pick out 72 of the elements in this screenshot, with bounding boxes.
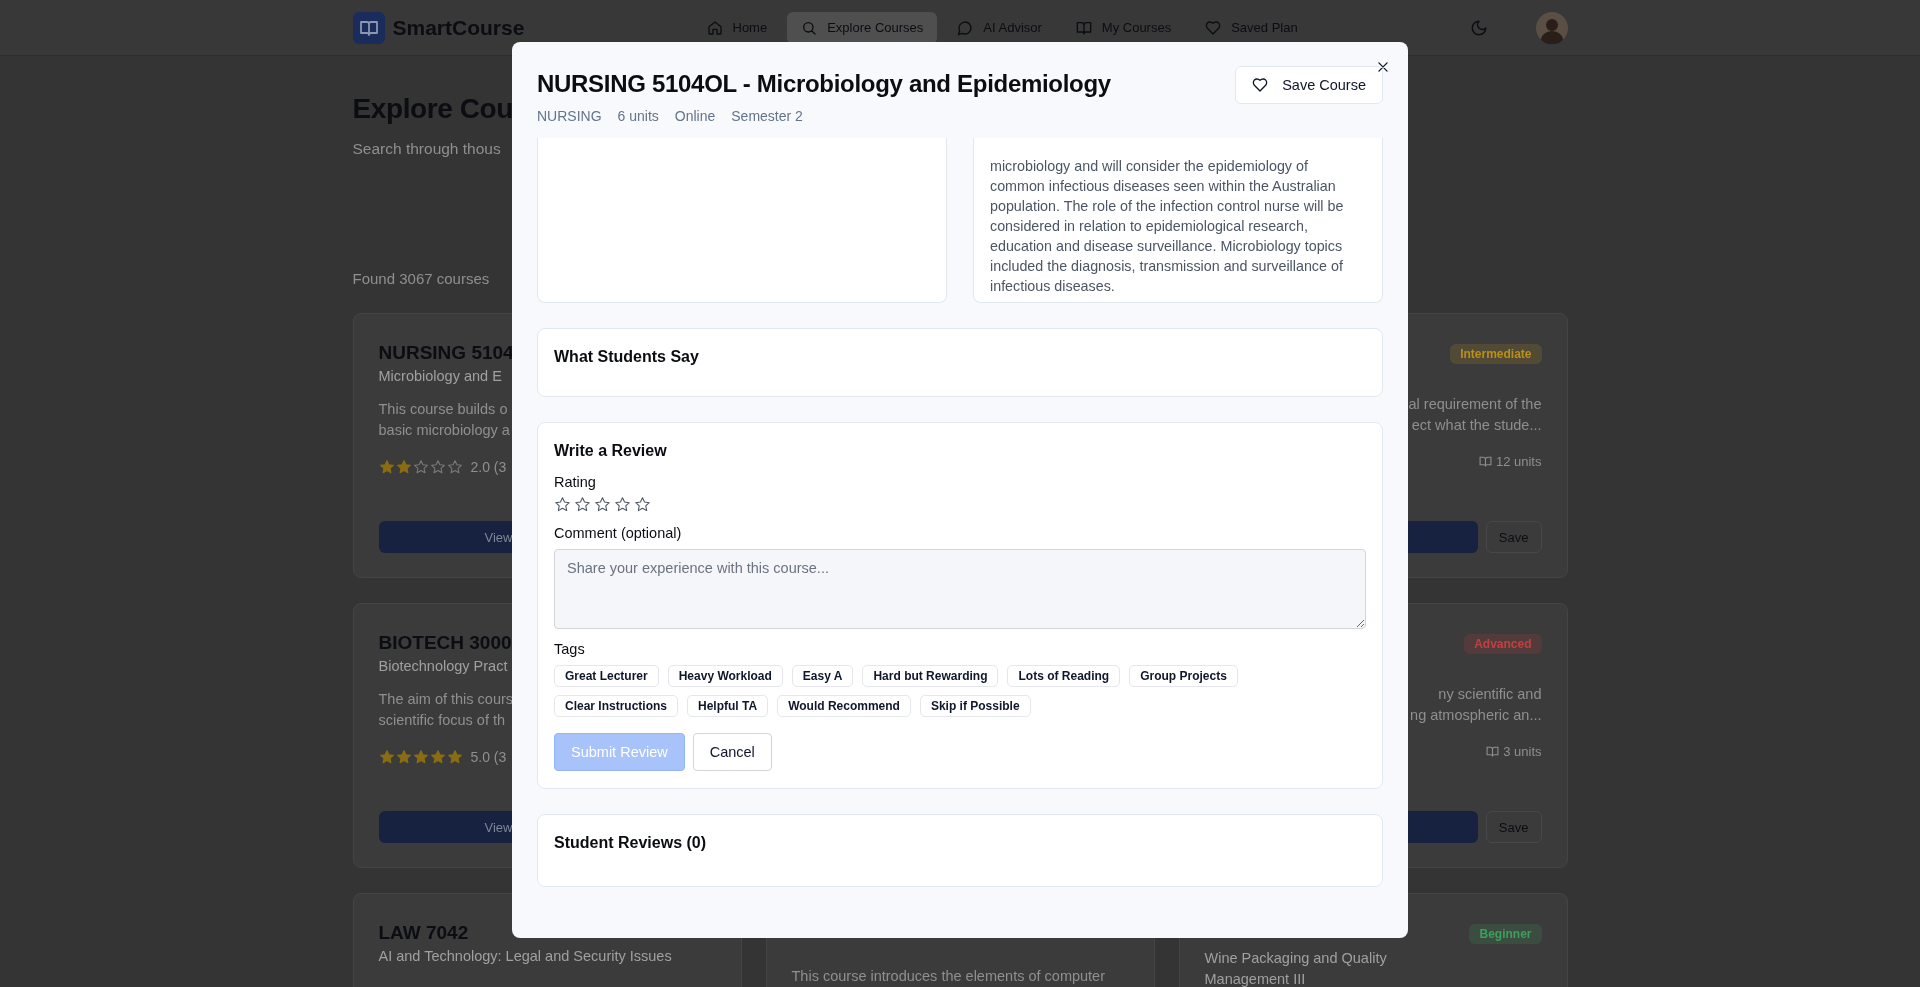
book-logo-icon	[352, 11, 385, 44]
heart-icon	[1205, 19, 1222, 36]
course-description-line: ny scientific and	[1438, 685, 1542, 704]
course-meta-text: Semester 2	[731, 108, 803, 124]
star-icon	[395, 749, 412, 765]
course-description-line: The aim of this cours	[378, 690, 514, 709]
section-heading: Write a Review	[554, 441, 668, 461]
result-count: Found 3067 courses	[352, 270, 490, 287]
star-icon	[378, 459, 395, 475]
star-icon[interactable]	[554, 496, 571, 513]
chat-bubble-icon	[957, 19, 974, 36]
tag-chip[interactable]: Helpful TA	[687, 695, 769, 717]
star-icon	[429, 749, 446, 765]
course-meta-text: 6 units	[617, 108, 659, 124]
course-description-line: ng atmospheric an...	[1410, 706, 1542, 725]
course-name: Microbiology and E	[378, 367, 502, 386]
tag-chip[interactable]: Hard but Rewarding	[862, 665, 999, 687]
tag-chip[interactable]: Easy A	[791, 665, 854, 687]
course-description-line: al requirement of the	[1408, 395, 1542, 414]
course-description-line: basic microbiology a	[378, 421, 510, 440]
tag-chip[interactable]: Great Lecturer	[554, 665, 659, 687]
heart-icon	[1252, 77, 1269, 93]
rating-text: 2.0 (3	[470, 459, 507, 475]
units-text: 3 units	[1503, 744, 1542, 759]
section-heading: What Students Say	[554, 347, 700, 367]
rating-label: Rating	[554, 474, 597, 490]
star-icon	[412, 749, 429, 765]
page-subtitle: Search through thous	[352, 140, 501, 158]
tag-chip[interactable]: Would Recommend	[777, 695, 911, 717]
course-name: Wine Packaging and Quality Management III	[1204, 949, 1388, 987]
course-description-line: scientific focus of th	[378, 711, 506, 730]
course-meta-text: Online	[674, 108, 716, 124]
course-description-line: This course builds o	[378, 400, 508, 419]
close-icon[interactable]	[1376, 60, 1390, 74]
star-icon	[412, 459, 429, 475]
star-icon	[395, 459, 412, 475]
course-description: microbiology and will consider the epidemiology of common infectious diseases seen within the Australian population. The role of the infection control nurse will be considered in relation to epidemiological research, education and disease surveillance. Microbiology topics included the diagnosis, transmission and surveillance of infectious diseases.	[990, 157, 1345, 296]
star-icon	[378, 749, 395, 765]
tag-chip[interactable]: Skip if Possible	[919, 695, 1031, 717]
course-description-line: This course introduces the elements of computer	[791, 967, 1105, 986]
star-icon[interactable]	[614, 496, 631, 513]
star-icon[interactable]	[634, 496, 651, 513]
course-meta-text: NURSING	[537, 108, 602, 124]
dialog-title: NURSING 5104OL - Microbiology and Epidemiology	[537, 69, 1111, 99]
tag-chip[interactable]: Clear Instructions	[554, 695, 679, 717]
level-badge: Intermediate	[1450, 344, 1542, 364]
book-icon	[1075, 19, 1092, 36]
level-badge: Beginner	[1469, 924, 1542, 944]
tag-chip[interactable]: Group Projects	[1129, 665, 1238, 687]
star-icon	[446, 459, 463, 475]
tag-chip[interactable]: Lots of Reading	[1007, 665, 1121, 687]
course-name: AI and Technology: Legal and Security Issues	[378, 947, 672, 966]
star-icon	[429, 459, 446, 475]
comment-field[interactable]: Share your experience with this course...	[554, 549, 1366, 629]
home-icon	[706, 19, 723, 36]
rating-text: 5.0 (3	[470, 749, 507, 765]
star-icon	[446, 749, 463, 765]
section-heading: Student Reviews (0)	[554, 833, 708, 853]
tags-label: Tags	[554, 641, 586, 657]
level-badge: Advanced	[1464, 634, 1542, 654]
save-course-button[interactable]: Save Course	[1235, 66, 1383, 104]
course-description-line: ect what the stude...	[1411, 416, 1542, 435]
book-icon	[1486, 745, 1500, 758]
cancel-button[interactable]: Cancel	[692, 733, 772, 771]
units-text: 12 units	[1495, 454, 1542, 469]
book-icon	[1478, 455, 1492, 468]
star-icon[interactable]	[594, 496, 611, 513]
search-icon	[801, 19, 818, 36]
course-name: Biotechnology Pract	[378, 657, 508, 676]
tag-chip[interactable]: Heavy Workload	[667, 665, 783, 687]
star-icon[interactable]	[574, 496, 591, 513]
comment-label: Comment (optional)	[554, 525, 683, 541]
